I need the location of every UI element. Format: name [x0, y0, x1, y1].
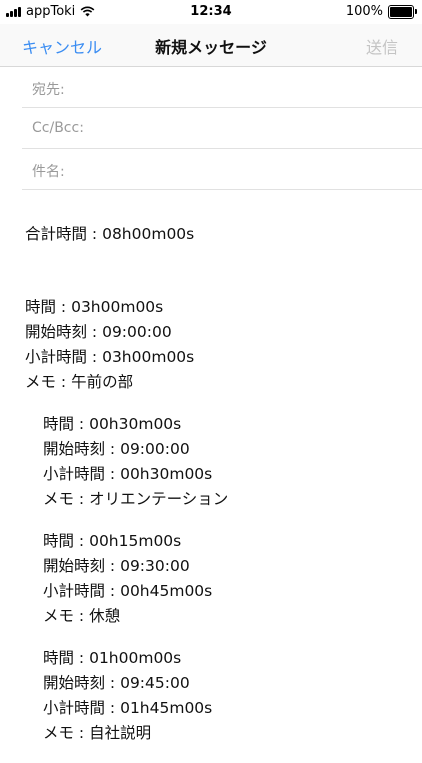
- to-field[interactable]: 宛先:: [22, 67, 422, 108]
- block-start: 開始時刻 : 09:00:00: [25, 323, 172, 341]
- subject-field[interactable]: 件名:: [22, 149, 422, 190]
- message-body[interactable]: 合計時間 : 08h00m00s 時間 : 03h00m00s 開始時刻 : 0…: [25, 222, 415, 763]
- subject-label: 件名:: [32, 164, 65, 180]
- block-time: 時間 : 03h00m00s: [25, 298, 164, 316]
- time-block: 時間 : 00h15m00s 開始時刻 : 09:30:00 小計時間 : 00…: [25, 529, 415, 629]
- block-time: 時間 : 01h00m00s: [43, 649, 182, 667]
- time-block: 時間 : 00h30m00s 開始時刻 : 09:00:00 小計時間 : 00…: [25, 412, 415, 512]
- cc-bcc-label: Cc/Bcc:: [32, 120, 84, 136]
- block-memo: メモ : 休憩: [43, 607, 121, 625]
- nav-bar: キャンセル 新規メッセージ 送信: [0, 24, 422, 67]
- block-memo: メモ : 自社説明: [43, 724, 152, 742]
- mail-header-fields: 宛先: Cc/Bcc: 件名:: [0, 67, 422, 190]
- block-start: 開始時刻 : 09:30:00: [43, 557, 190, 575]
- cc-bcc-field[interactable]: Cc/Bcc:: [22, 108, 422, 149]
- block-subtotal: 小計時間 : 00h30m00s: [43, 465, 213, 483]
- block-subtotal: 小計時間 : 01h45m00s: [43, 699, 213, 717]
- status-bar: appToki 12:34 100%: [0, 0, 422, 24]
- status-bar-right: 100%: [345, 4, 417, 19]
- block-start: 開始時刻 : 09:00:00: [43, 440, 190, 458]
- time-block: 時間 : 01h00m00s 開始時刻 : 09:45:00 小計時間 : 01…: [25, 646, 415, 746]
- battery-icon: [388, 4, 417, 19]
- to-label: 宛先:: [32, 82, 65, 98]
- block-time: 時間 : 00h15m00s: [43, 532, 182, 550]
- block-time: 時間 : 00h30m00s: [43, 415, 182, 433]
- time-block: 時間 : 03h00m00s 開始時刻 : 09:00:00 小計時間 : 03…: [25, 295, 415, 395]
- block-subtotal: 小計時間 : 03h00m00s: [25, 348, 195, 366]
- battery-percent: 100%: [345, 4, 383, 19]
- block-subtotal: 小計時間 : 00h45m00s: [43, 582, 213, 600]
- block-start: 開始時刻 : 09:45:00: [43, 674, 190, 692]
- total-time: 合計時間 : 08h00m00s: [25, 225, 195, 243]
- block-memo: メモ : オリエンテーション: [43, 490, 229, 508]
- send-button[interactable]: 送信: [366, 34, 398, 58]
- page-title: 新規メッセージ: [155, 38, 267, 57]
- block-memo: メモ : 午前の部: [25, 373, 134, 391]
